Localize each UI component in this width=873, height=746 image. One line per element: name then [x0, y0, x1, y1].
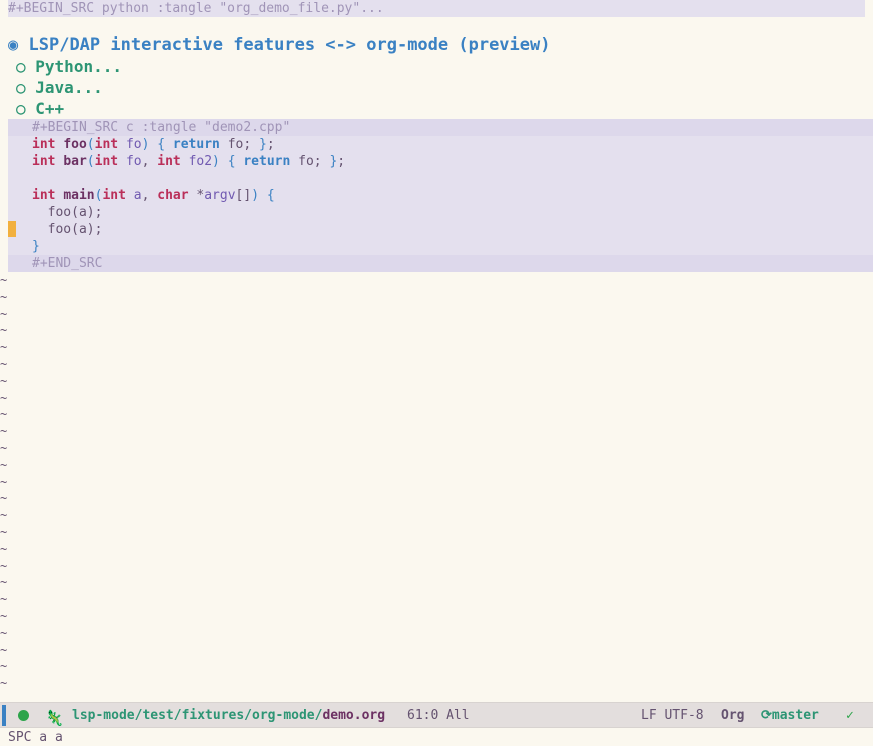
heading-bullet-icon: ◉ [8, 35, 19, 55]
empty-line-tilde: ~ [0, 659, 8, 674]
empty-line-tilde: ~ [0, 289, 8, 304]
cursor-position: 61:0 All [407, 708, 470, 723]
encoding[interactable]: LF UTF-8 [641, 703, 704, 729]
minibuffer-echo: SPC a a [8, 730, 63, 745]
subheading-title: Java... [35, 78, 103, 97]
checker-ok-icon[interactable]: ✓ [846, 703, 854, 729]
empty-line-tilde: ~ [0, 625, 8, 640]
subheading-title: Python... [35, 57, 122, 76]
code-line[interactable]: } [8, 238, 873, 255]
code-line[interactable]: int bar(int fo, int fo2) { return fo; }; [8, 153, 873, 170]
heading-title: LSP/DAP interactive features <-> org-mod… [28, 35, 551, 55]
empty-line-tilde: ~ [0, 525, 8, 539]
buffer-file-name: demo.org [322, 708, 386, 723]
window-active-bar [2, 705, 6, 726]
empty-line-tilde: ~ [0, 474, 8, 489]
empty-line-tilde: ~ [0, 357, 8, 371]
empty-line-tilde: ~ [0, 323, 8, 338]
empty-line-tilde: ~ [0, 491, 8, 506]
code-line[interactable]: foo(a); [8, 204, 873, 221]
buffer-state-dot-icon [18, 710, 29, 721]
buffer-path-dir: lsp-mode/test/fixtures/org-mode/ [72, 708, 323, 723]
subheading-title: C++ [35, 99, 65, 118]
empty-line-tilde: ~ [0, 273, 8, 287]
code-line[interactable]: foo(a); [8, 221, 873, 238]
subheading-bullet-icon: ○ [16, 99, 26, 118]
python-src-header[interactable]: #+BEGIN_SRC python :tangle "org_demo_fil… [8, 0, 865, 17]
fringe-marker-icon [8, 221, 16, 237]
empty-line-tilde: ~ [0, 441, 8, 455]
code-line[interactable]: int foo(int fo) { return fo; }; [8, 136, 873, 153]
vcs-branch[interactable]: ⟳master [761, 703, 819, 729]
code-line-blank[interactable] [8, 170, 873, 187]
c-src-end[interactable]: #+END_SRC [8, 255, 873, 272]
c-src-begin[interactable]: #+BEGIN_SRC c :tangle "demo2.cpp" [8, 119, 873, 136]
git-branch-icon: ⟳ [761, 708, 772, 723]
empty-line-tilde: ~ [0, 340, 8, 355]
empty-line-tilde: ~ [0, 306, 8, 321]
empty-line-tilde: ~ [0, 390, 8, 405]
heading-lsp-dap[interactable]: ◉ LSP/DAP interactive features <-> org-m… [8, 35, 550, 55]
empty-line-tilde: ~ [0, 592, 8, 607]
empty-line-tilde: ~ [0, 575, 8, 590]
empty-line-tilde: ~ [0, 407, 8, 422]
empty-line-tilde: ~ [0, 508, 8, 523]
empty-line-tilde: ~ [0, 676, 8, 691]
empty-line-tilde: ~ [0, 457, 8, 472]
empty-line-tilde: ~ [0, 373, 8, 388]
lizard-icon: 🦎 [45, 709, 64, 727]
buffer-path[interactable]: lsp-mode/test/fixtures/org-mode/demo.org [72, 703, 385, 729]
empty-line-tilde: ~ [0, 642, 8, 657]
major-mode[interactable]: Org [721, 703, 744, 729]
empty-line-tilde: ~ [0, 558, 8, 573]
subheading-cpp[interactable]: ○ C++ [16, 98, 64, 119]
empty-line-tilde: ~ [0, 609, 8, 623]
subheading-bullet-icon: ○ [16, 78, 26, 97]
subheading-bullet-icon: ○ [16, 57, 26, 76]
vcs-branch-name: master [771, 708, 819, 723]
mode-line: 🦎 lsp-mode/test/fixtures/org-mode/demo.o… [0, 702, 873, 728]
empty-line-tilde: ~ [0, 541, 8, 556]
code-line[interactable]: int main(int a, char *argv[]) { [8, 187, 873, 204]
empty-line-tilde: ~ [0, 424, 8, 439]
subheading-python[interactable]: ○ Python... [16, 56, 122, 77]
subheading-java[interactable]: ○ Java... [16, 77, 103, 98]
